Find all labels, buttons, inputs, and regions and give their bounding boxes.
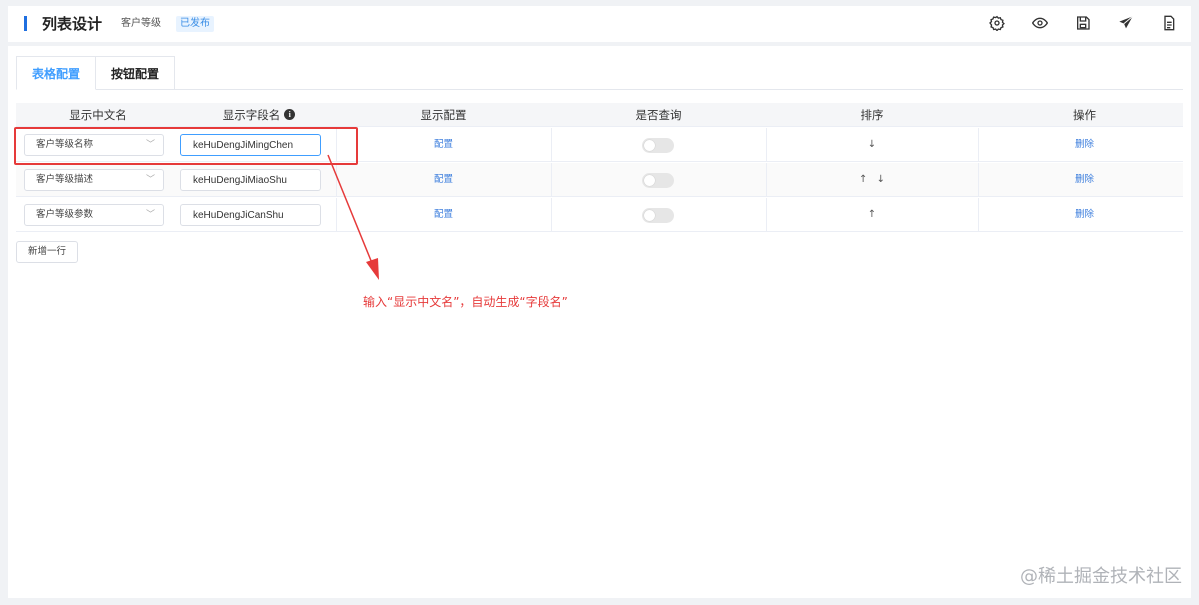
info-icon[interactable]: i [284,109,296,120]
annotation-highlight-box [14,127,358,165]
sort-down-arrow[interactable]: ↓ [874,174,888,185]
toggle-knob [644,175,655,186]
page-subtitle: 客户等级 [121,18,161,29]
delete-link[interactable]: 删除 [978,128,1191,162]
status-badge: 已发布 [176,16,214,32]
tabs-divider [168,89,1183,90]
save-icon [1077,16,1090,30]
sort-down-arrow[interactable]: ↓ [865,139,879,150]
sort-up-arrow[interactable]: ↑ [856,174,870,185]
column-header-action: 操作 [1073,108,1096,122]
send-icon [1119,15,1133,29]
chevron-down-icon: ﹀ [145,175,155,185]
settings-button[interactable] [989,15,1007,33]
sort-up-arrow[interactable]: ↑ [865,209,879,220]
sort-controls: ↑ [766,198,978,232]
title-accent-bar [24,16,27,31]
field-name-input[interactable] [180,169,321,191]
column-header-sort: 排序 [860,108,884,122]
preview-button[interactable] [1031,15,1050,33]
column-header-cn-name: 显示中文名 [69,108,127,122]
annotation-text: 输入“显示中文名”，自动生成“字段名” [363,295,568,309]
add-row-button[interactable]: 新增一行 [16,241,78,263]
delete-link[interactable]: 删除 [978,163,1191,197]
sort-controls: ↑ ↓ [766,163,978,197]
toggle-knob [644,210,655,221]
field-name-input[interactable] [180,204,321,226]
tab-bar: 表格配置 按钮配置 [16,56,176,90]
column-header-display-config: 显示配置 [420,108,467,122]
cn-name-select[interactable]: 客户等级参数 ﹀ [24,204,164,226]
query-toggle[interactable] [642,208,674,223]
query-toggle[interactable] [642,173,674,188]
column-header-query: 是否查询 [635,108,682,122]
watermark: @稀土掘金技术社区 [1020,566,1182,587]
gear-icon [989,15,1005,32]
document-icon [1164,15,1175,31]
cn-name-value: 客户等级参数 [36,209,94,220]
toggle-knob [644,140,655,151]
config-link[interactable]: 配置 [336,163,551,197]
column-divider [551,128,552,162]
eye-icon [1031,17,1049,29]
publish-button[interactable] [1118,15,1136,33]
config-link[interactable]: 配置 [336,128,551,162]
config-link[interactable]: 配置 [336,198,551,232]
document-button[interactable] [1161,15,1179,33]
query-toggle[interactable] [642,138,674,153]
table-row: 客户等级描述﹀ 配置 ↑ ↓ 删除 [16,163,1183,197]
sort-controls: ↓ [766,128,978,162]
cn-name-value: 客户等级描述 [36,174,94,185]
cn-name-select[interactable]: 客户等级描述 ﹀ [24,169,164,191]
page-header: 列表设计 客户等级 已发布 [8,6,1191,42]
page-title: 列表设计 [42,15,103,33]
column-header-field-name-label: 显示字段名 [222,108,281,122]
table-header: 显示中文名 显示字段名 i 显示配置 是否查询 排序 操作 [16,103,1183,127]
column-divider [551,163,552,197]
chevron-down-icon: ﹀ [145,210,155,220]
delete-link[interactable]: 删除 [978,198,1191,232]
column-header-field-name: 显示字段名 i [180,103,338,127]
tab-button-config[interactable]: 按钮配置 [96,56,176,90]
table-row: 客户等级参数﹀ 配置 ↑ 删除 [16,198,1183,232]
column-divider [551,198,552,232]
tab-table-config[interactable]: 表格配置 [16,56,97,90]
save-button[interactable] [1075,15,1093,33]
